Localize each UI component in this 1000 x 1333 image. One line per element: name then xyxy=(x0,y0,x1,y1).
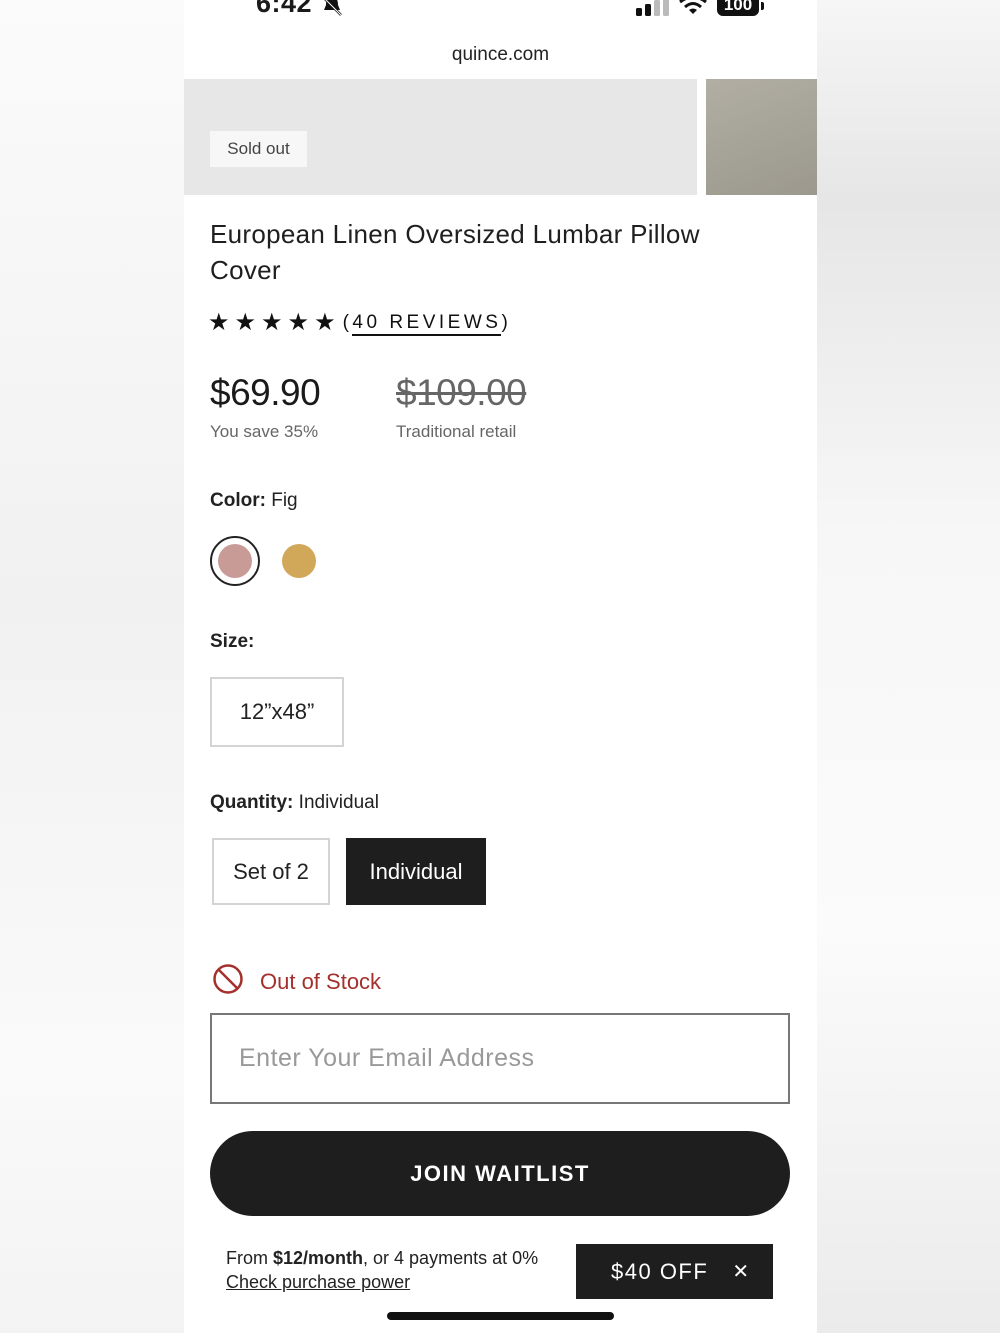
stock-status-text: Out of Stock xyxy=(260,969,382,994)
star-icon: ★ xyxy=(234,309,257,336)
battery-tip xyxy=(761,2,764,10)
product-image[interactable]: Sold out xyxy=(184,79,697,195)
quantity-label-heading: Quantity: xyxy=(210,792,294,813)
check-purchase-power-link[interactable]: Check purchase power xyxy=(226,1270,538,1294)
color-label-heading: Color: xyxy=(210,490,266,511)
email-field[interactable] xyxy=(210,1013,790,1104)
wifi-icon xyxy=(679,0,707,21)
quantity-set-of-2-button[interactable]: Set of 2 xyxy=(212,838,330,905)
size-label: Size: xyxy=(210,631,254,653)
financing-line: From $12/month, or 4 payments at 0% xyxy=(226,1246,538,1270)
star-icon: ★ xyxy=(287,309,310,336)
size-label-heading: Size: xyxy=(210,631,255,652)
join-waitlist-button[interactable]: JOIN WAITLIST xyxy=(210,1131,790,1216)
sold-out-badge: Sold out xyxy=(210,131,307,167)
product-image-next[interactable] xyxy=(706,79,817,195)
background-left xyxy=(0,0,184,1333)
promo-banner[interactable]: $40 OFF ✕ xyxy=(576,1244,773,1299)
size-option-12x48[interactable]: 12”x48” xyxy=(210,677,344,747)
financing-info: From $12/month, or 4 payments at 0% Chec… xyxy=(226,1246,538,1294)
phone-screen: 6:42 100 quince.com Sold out European Li… xyxy=(184,0,817,1333)
prohibited-icon xyxy=(212,963,244,1001)
retail-price: $109.00 xyxy=(396,372,527,413)
financing-suffix: , or 4 payments at 0% xyxy=(363,1248,539,1268)
quantity-value: Individual xyxy=(298,792,379,813)
battery-icon: 100 xyxy=(717,0,759,16)
product-title: European Linen Oversized Lumbar Pillow C… xyxy=(210,219,700,285)
promo-label[interactable]: $40 OFF xyxy=(611,1259,708,1285)
reviews-link[interactable]: (40 REVIEWS) xyxy=(343,310,512,336)
bell-slash-icon xyxy=(321,0,343,21)
rating-row: ★ ★ ★ ★ ★ (40 REVIEWS) xyxy=(208,310,511,336)
quantity-individual-button[interactable]: Individual xyxy=(346,838,486,905)
signal-icon xyxy=(636,0,670,21)
star-icon: ★ xyxy=(261,309,283,336)
close-icon[interactable]: ✕ xyxy=(732,1259,750,1284)
color-value: Fig xyxy=(271,490,298,511)
quantity-label: Quantity: Individual xyxy=(210,792,379,814)
savings-text: You save 35% xyxy=(210,422,319,441)
background-right xyxy=(817,0,1000,1333)
address-bar-url[interactable]: quince.com xyxy=(184,44,817,66)
status-time: 6:42 xyxy=(256,0,313,18)
stock-status: Out of Stock xyxy=(212,963,381,1001)
sale-price: $69.90 xyxy=(210,372,321,413)
color-label: Color: Fig xyxy=(210,490,298,512)
color-swatch-ochre[interactable] xyxy=(282,544,316,578)
financing-amount: $12/month xyxy=(273,1248,364,1268)
star-icon: ★ xyxy=(314,309,336,336)
reviews-count[interactable]: 40 REVIEWS xyxy=(352,312,502,336)
color-swatch-fig[interactable] xyxy=(210,536,260,586)
home-indicator[interactable] xyxy=(387,1312,614,1320)
star-icon: ★ xyxy=(208,309,230,336)
color-swatch-fig-fill xyxy=(218,544,252,578)
retail-label: Traditional retail xyxy=(396,422,517,441)
financing-prefix: From xyxy=(226,1248,273,1268)
